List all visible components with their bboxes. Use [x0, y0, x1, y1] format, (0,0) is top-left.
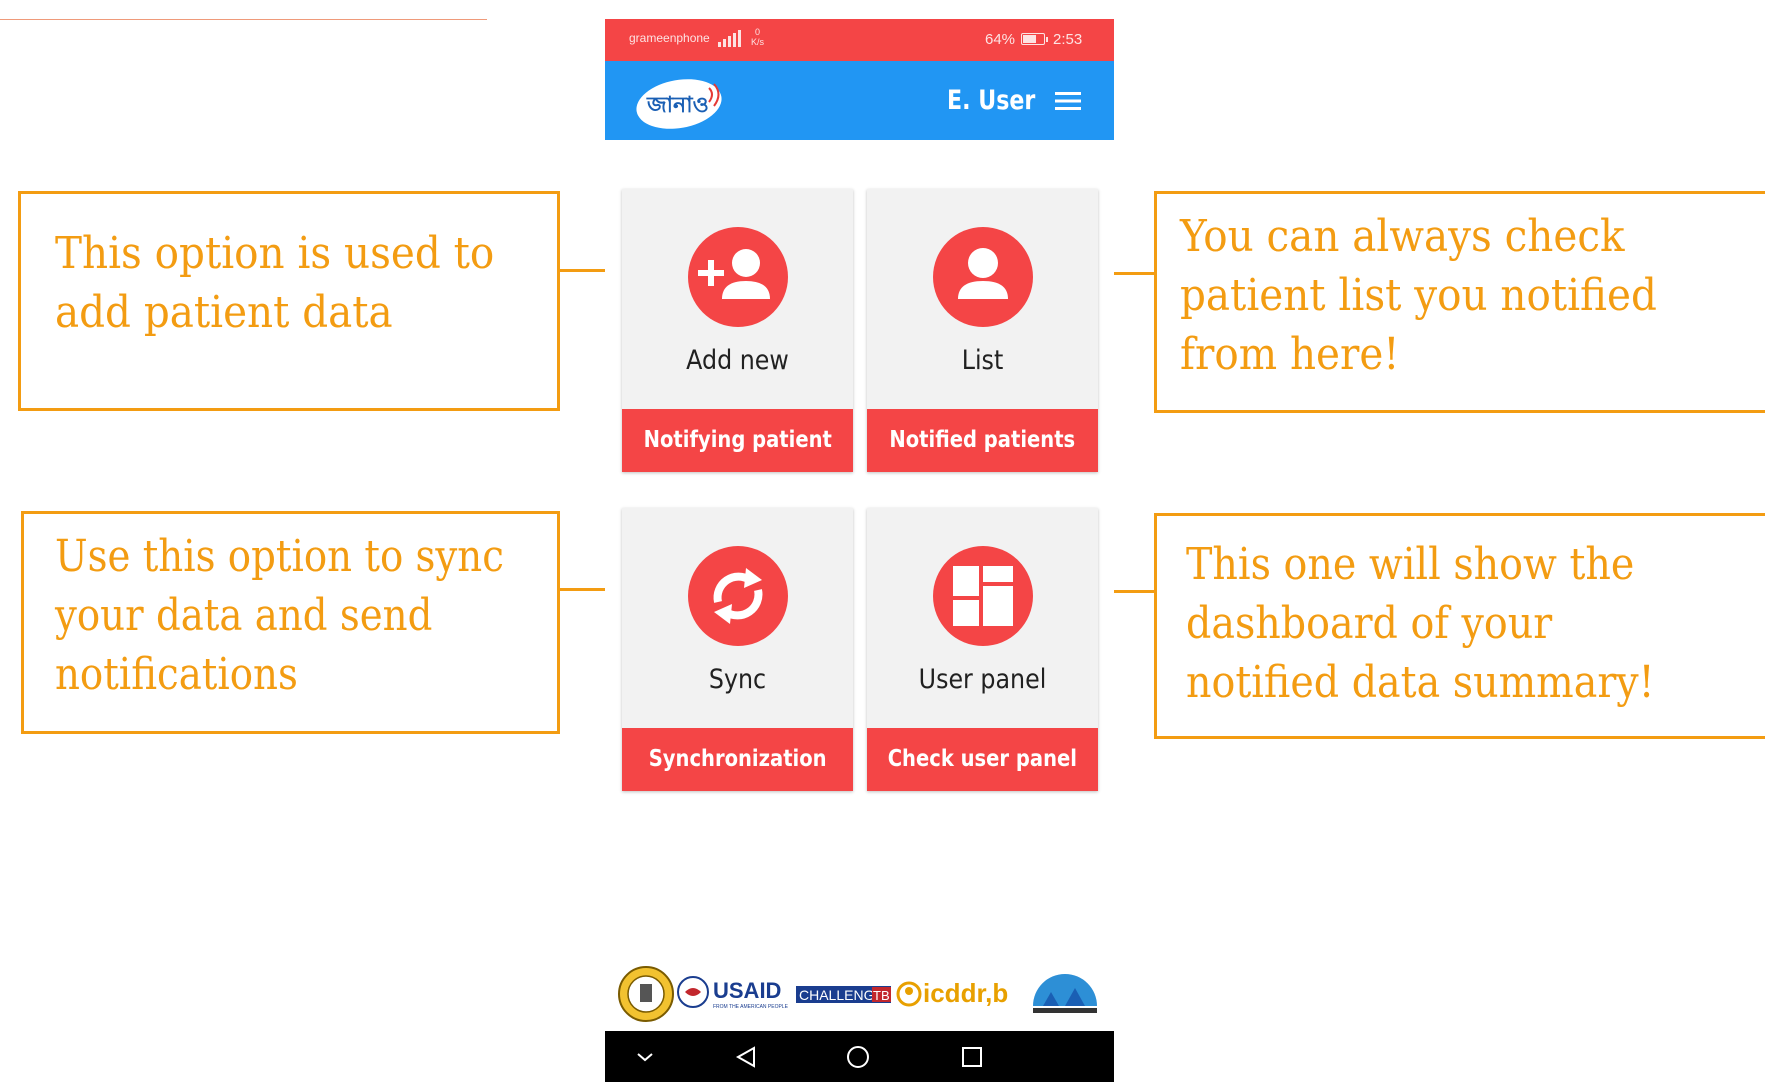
person-icon: [933, 227, 1033, 327]
menu-icon[interactable]: [1055, 91, 1081, 111]
health-ministry-logo: [1033, 974, 1097, 1013]
recents-icon[interactable]: [960, 1045, 984, 1069]
button-label: Notifying patient: [643, 427, 832, 453]
speed-unit: K/s: [751, 37, 765, 47]
logo-text: জানাও: [646, 93, 709, 118]
chevron-down-icon[interactable]: [635, 1045, 655, 1069]
connector-sync: [560, 588, 605, 591]
callout-line: from here!: [1180, 329, 1400, 380]
callout-line: You can always check: [1180, 211, 1625, 262]
callout-line: patient list you notified: [1180, 270, 1657, 321]
card-user-panel[interactable]: User panel Check user panel: [867, 508, 1098, 791]
top-divider-line: [0, 19, 487, 20]
user-name: E. User: [947, 85, 1036, 116]
battery-icon: [1021, 33, 1048, 45]
challenge-text: CHALLENGE: [799, 987, 884, 1003]
battery-percent: 64%: [985, 31, 1016, 48]
back-icon[interactable]: [734, 1045, 758, 1069]
app-logo[interactable]: জানাও: [635, 74, 727, 130]
callout-sync: Use this option to sync your data and se…: [21, 511, 560, 734]
callout-line: your data and send: [55, 590, 433, 641]
phone-screen: grameenphone 0 K/s 64% 2:53 জানাও E. Use…: [605, 19, 1114, 1082]
button-label: Notified patients: [889, 427, 1076, 453]
sync-icon: [688, 546, 788, 646]
network-speed: 0 K/s: [751, 27, 764, 47]
status-bar: grameenphone 0 K/s 64% 2:53: [605, 19, 1114, 61]
icddrb-emblem: [896, 981, 922, 1007]
connector-user-panel: [1114, 590, 1154, 593]
card-title: List: [961, 345, 1004, 376]
app-bar: জানাও E. User: [605, 61, 1114, 140]
add-user-icon: [688, 227, 788, 327]
notified-patients-button[interactable]: Notified patients: [867, 409, 1098, 472]
card-title: Sync: [708, 664, 767, 695]
connector-list: [1114, 272, 1154, 275]
carrier-name: grameenphone: [629, 31, 710, 45]
card-title: Add new: [686, 345, 789, 376]
usaid-text: USAID: [713, 978, 781, 1003]
speed-value: 0: [755, 27, 761, 37]
callout-line: notifications: [55, 649, 298, 700]
callout-line: notified data summary!: [1186, 657, 1655, 708]
card-title: User panel: [918, 664, 1047, 695]
synchronization-button[interactable]: Synchronization: [622, 728, 853, 791]
check-user-panel-button[interactable]: Check user panel: [867, 728, 1098, 791]
callout-line: dashboard of your: [1186, 598, 1553, 649]
connector-add-new: [560, 269, 605, 272]
button-label: Check user panel: [887, 746, 1078, 772]
clock-time: 2:53: [1053, 31, 1083, 48]
card-sync[interactable]: Sync Synchronization: [622, 508, 853, 791]
notifying-patient-button[interactable]: Notifying patient: [622, 409, 853, 472]
callout-line: Use this option to sync: [55, 531, 504, 582]
usaid-seal-logo: [677, 976, 709, 1008]
card-list[interactable]: List Notified patients: [867, 189, 1098, 472]
callout-list: You can always check patient list you no…: [1154, 191, 1765, 413]
usaid-tagline: FROM THE AMERICAN PEOPLE: [713, 1004, 789, 1010]
android-nav-bar: [605, 1031, 1114, 1082]
partner-logos: USAID FROM THE AMERICAN PEOPLE CHALLENGE…: [615, 964, 1105, 1024]
dashboard-icon: [933, 546, 1033, 646]
callout-line: This one will show the: [1186, 539, 1635, 590]
icddrb-text: icddr,b: [923, 978, 1008, 1008]
callout-line: This option is used to: [55, 228, 495, 279]
callout-user-panel: This one will show the dashboard of your…: [1154, 513, 1765, 739]
tb-text: TB: [873, 988, 890, 1003]
signal-icon: [718, 30, 741, 47]
callout-line: add patient data: [55, 287, 393, 338]
callout-add-new: This option is used to add patient data: [18, 191, 560, 411]
card-add-new[interactable]: Add new Notifying patient: [622, 189, 853, 472]
government-seal-logo: [618, 966, 674, 1022]
button-label: Synchronization: [648, 746, 827, 772]
home-icon[interactable]: [846, 1045, 870, 1069]
